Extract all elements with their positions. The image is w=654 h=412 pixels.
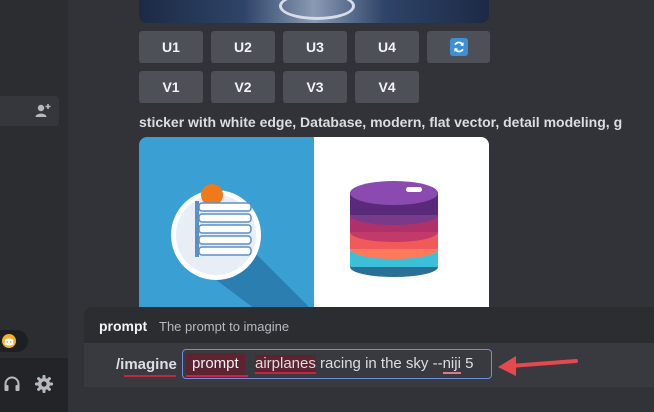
command-error-underline (124, 375, 176, 377)
headphones-icon[interactable] (3, 375, 21, 393)
annotation-arrow-icon (498, 356, 578, 376)
upscale-2-button[interactable]: U2 (211, 31, 275, 63)
prompt-version: 5 (460, 355, 474, 372)
refresh-icon (449, 38, 468, 56)
previous-generated-image[interactable] (139, 0, 489, 23)
database-sticker-stack (314, 137, 489, 312)
command-option-popup[interactable]: prompt The prompt to imagine (84, 307, 654, 343)
image-highlight (279, 0, 355, 20)
prompt-input-text[interactable]: airplanes racing in the sky --niji 5 (255, 350, 473, 378)
option-error-underline (186, 375, 248, 377)
variation-3-button[interactable]: V3 (283, 71, 347, 103)
upscale-4-button[interactable]: U4 (355, 31, 419, 63)
generated-sticker-image[interactable] (139, 137, 489, 312)
prompt-highlight-word: airplanes (255, 355, 316, 374)
upscale-3-button[interactable]: U3 (283, 31, 347, 63)
option-name: prompt (99, 318, 148, 334)
upscale-1-button[interactable]: U1 (139, 31, 203, 63)
prompt-flag: niji (442, 355, 461, 374)
prompt-option-field[interactable]: prompt airplanes racing in the sky --nij… (182, 349, 492, 379)
option-description: The prompt to imagine (159, 319, 290, 334)
variation-1-button[interactable]: V1 (139, 71, 203, 103)
prompt-text: racing in the sky -- (315, 355, 443, 372)
message-caption: sticker with white edge, Database, moder… (139, 114, 623, 130)
prompt-option-label: prompt (186, 353, 245, 375)
discord-icon (2, 334, 16, 348)
variation-2-button[interactable]: V2 (211, 71, 275, 103)
slash-command: /imagine (116, 356, 177, 373)
discord-status-bubble[interactable] (0, 330, 28, 352)
settings-icon[interactable] (34, 374, 54, 394)
database-sticker-blue (139, 137, 314, 312)
add-member-row[interactable] (0, 96, 59, 126)
variation-4-button[interactable]: V4 (355, 71, 419, 103)
reroll-button[interactable] (427, 31, 490, 63)
add-member-icon[interactable] (34, 102, 52, 120)
